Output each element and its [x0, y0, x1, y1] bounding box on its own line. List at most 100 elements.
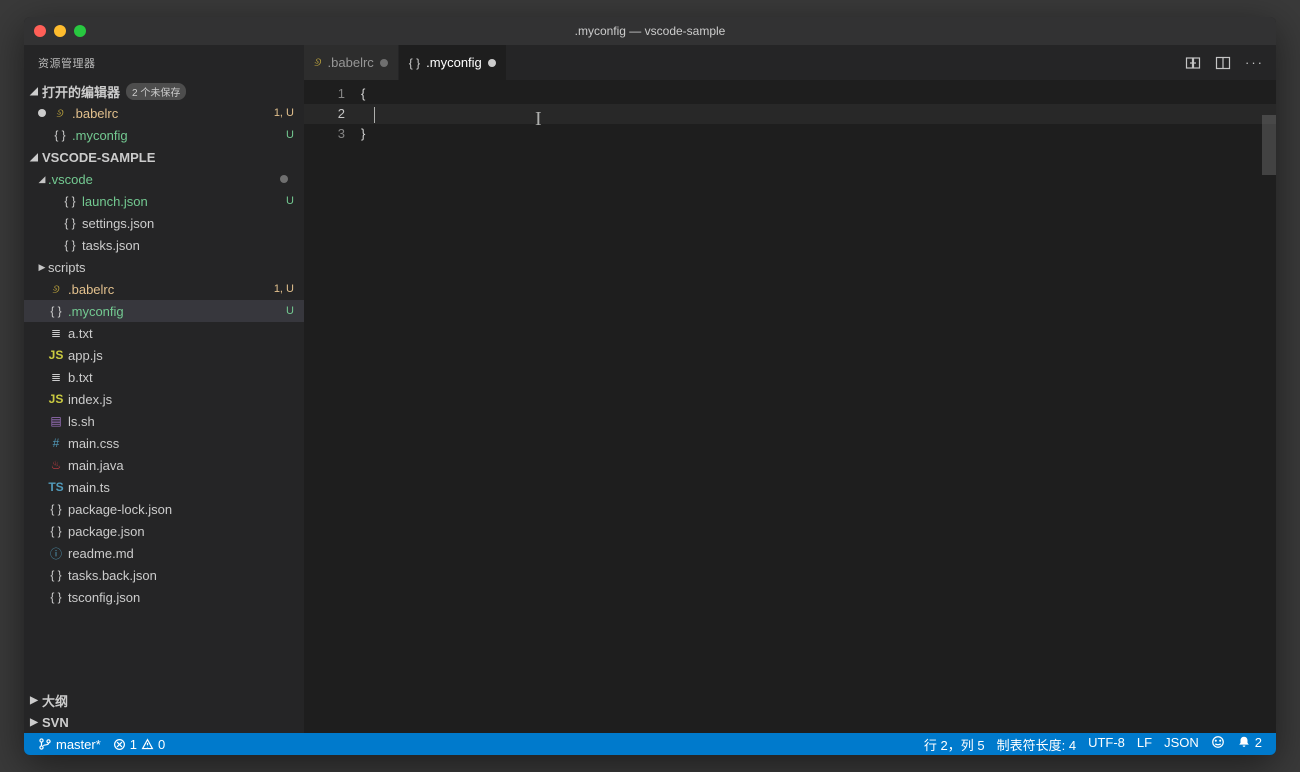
json-file-icon: { }	[62, 238, 78, 252]
file-name: tsconfig.json	[68, 590, 294, 605]
tree-file-tsconfig-json[interactable]: { } tsconfig.json	[24, 586, 304, 608]
git-dot-icon	[280, 175, 288, 183]
line-number: 3	[304, 124, 359, 144]
tree-file-b-txt[interactable]: ≣ b.txt	[24, 366, 304, 388]
file-name: main.java	[68, 458, 294, 473]
git-decoration: U	[286, 195, 294, 207]
titlebar[interactable]: .myconfig — vscode-sample	[24, 17, 1276, 45]
tab-babelrc[interactable]: ୬ .babelrc	[304, 45, 399, 80]
chevron-down-icon: ◢	[36, 174, 48, 185]
tree-file-tasks-json[interactable]: { } tasks.json	[24, 234, 304, 256]
code-editor[interactable]: 123 I { }	[304, 80, 1276, 733]
code-content[interactable]: I { }	[359, 80, 1276, 733]
tab-myconfig[interactable]: { } .myconfig	[399, 45, 507, 80]
status-encoding[interactable]: UTF-8	[1082, 735, 1131, 750]
json-file-icon: { }	[48, 304, 64, 318]
tree-file-ls-sh[interactable]: ▤ ls.sh	[24, 410, 304, 432]
file-name: .myconfig	[68, 304, 286, 319]
file-name: a.txt	[68, 326, 294, 341]
file-name: package.json	[68, 524, 294, 539]
compare-changes-icon[interactable]	[1185, 55, 1201, 71]
tree-file-package-lock-json[interactable]: { } package-lock.json	[24, 498, 304, 520]
dirty-indicator-icon	[488, 59, 496, 67]
line-number-gutter: 123	[304, 80, 359, 733]
open-editor-myconfig[interactable]: { } .myconfig U	[24, 124, 304, 146]
folder-name: .vscode	[48, 172, 280, 187]
status-cursor-position[interactable]: 行 2，列 5	[918, 735, 991, 754]
json-file-icon: { }	[48, 502, 64, 516]
workspace-label: VSCODE-SAMPLE	[42, 150, 155, 165]
json-file-icon: { }	[48, 568, 64, 582]
tree-file-index-js[interactable]: JS index.js	[24, 388, 304, 410]
tab-bar: ୬ .babelrc { } .myconfig ···	[304, 45, 1276, 80]
tree-file-babelrc[interactable]: ୬ .babelrc 1, U	[24, 278, 304, 300]
editor-area: ୬ .babelrc { } .myconfig ··· 1	[304, 45, 1276, 733]
tree-file-main-ts[interactable]: TS main.ts	[24, 476, 304, 498]
babel-file-icon: ୬	[52, 106, 68, 121]
chevron-right-icon: ▶	[36, 262, 48, 273]
file-name: main.ts	[68, 480, 294, 495]
folder-name: scripts	[48, 260, 294, 275]
tree-file-a-txt[interactable]: ≣ a.txt	[24, 322, 304, 344]
js-file-icon: JS	[48, 392, 64, 406]
git-decoration: 1, U	[274, 107, 294, 119]
code-line[interactable]	[359, 104, 1276, 124]
status-notifications[interactable]: 2	[1231, 735, 1268, 750]
tree-file-settings-json[interactable]: { } settings.json	[24, 212, 304, 234]
more-actions-icon[interactable]: ···	[1245, 55, 1264, 70]
text-cursor-icon: I	[535, 108, 542, 131]
window-title: .myconfig — vscode-sample	[575, 24, 726, 38]
txt-file-icon: ≣	[48, 370, 64, 384]
maximize-window-button[interactable]	[74, 25, 86, 37]
outline-header[interactable]: ▶ 大纲	[24, 689, 304, 711]
file-name: readme.md	[68, 546, 294, 561]
file-name: ls.sh	[68, 414, 294, 429]
tree-folder-scripts[interactable]: ▶ scripts	[24, 256, 304, 278]
chevron-right-icon: ▶	[28, 695, 40, 706]
code-line[interactable]: }	[359, 124, 1276, 144]
status-branch[interactable]: master*	[32, 733, 107, 755]
svn-label: SVN	[42, 715, 69, 730]
status-tab-size[interactable]: 制表符长度: 4	[991, 735, 1082, 754]
chevron-down-icon: ◢	[28, 86, 40, 97]
file-name: main.css	[68, 436, 294, 451]
tree-file-myconfig[interactable]: { } .myconfig U	[24, 300, 304, 322]
file-name: .babelrc	[72, 106, 274, 121]
dirty-indicator-icon	[38, 109, 46, 117]
status-eol[interactable]: LF	[1131, 735, 1158, 750]
vertical-scrollbar[interactable]	[1262, 115, 1276, 175]
file-name: tasks.json	[82, 238, 294, 253]
open-editors-header[interactable]: ◢ 打开的编辑器 2 个未保存	[24, 80, 304, 102]
notification-count: 2	[1255, 735, 1262, 750]
json-file-icon: { }	[62, 216, 78, 230]
tree-file-launch-json[interactable]: { } launch.json U	[24, 190, 304, 212]
close-window-button[interactable]	[34, 25, 46, 37]
babel-file-icon: ୬	[48, 282, 64, 297]
tree-folder-vscode[interactable]: ◢ .vscode	[24, 168, 304, 190]
tree-file-app-js[interactable]: JS app.js	[24, 344, 304, 366]
file-name: app.js	[68, 348, 294, 363]
branch-name: master*	[56, 737, 101, 752]
tree-file-readme-md[interactable]: ⓘ readme.md	[24, 542, 304, 564]
split-editor-icon[interactable]	[1215, 55, 1231, 71]
workspace-header[interactable]: ◢ VSCODE-SAMPLE	[24, 146, 304, 168]
json-file-icon: { }	[52, 128, 68, 142]
status-feedback[interactable]	[1205, 735, 1231, 749]
status-language[interactable]: JSON	[1158, 735, 1205, 750]
minimize-window-button[interactable]	[54, 25, 66, 37]
chevron-right-icon: ▶	[28, 717, 40, 728]
sidebar: 资源管理器 ◢ 打开的编辑器 2 个未保存 ୬ .babelrc 1, U { …	[24, 45, 304, 733]
json-file-icon: { }	[48, 524, 64, 538]
tree-file-main-css[interactable]: # main.css	[24, 432, 304, 454]
status-problems[interactable]: 1 0	[107, 733, 171, 755]
tree-file-main-java[interactable]: ♨ main.java	[24, 454, 304, 476]
tree-file-tasks-back-json[interactable]: { } tasks.back.json	[24, 564, 304, 586]
main-area: 资源管理器 ◢ 打开的编辑器 2 个未保存 ୬ .babelrc 1, U { …	[24, 45, 1276, 733]
open-editors-label: 打开的编辑器	[42, 82, 120, 101]
java-file-icon: ♨	[48, 458, 64, 472]
code-line[interactable]: {	[359, 84, 1276, 104]
svn-header[interactable]: ▶ SVN	[24, 711, 304, 733]
tree-file-package-json[interactable]: { } package.json	[24, 520, 304, 542]
open-editor-babelrc[interactable]: ୬ .babelrc 1, U	[24, 102, 304, 124]
file-name: index.js	[68, 392, 294, 407]
